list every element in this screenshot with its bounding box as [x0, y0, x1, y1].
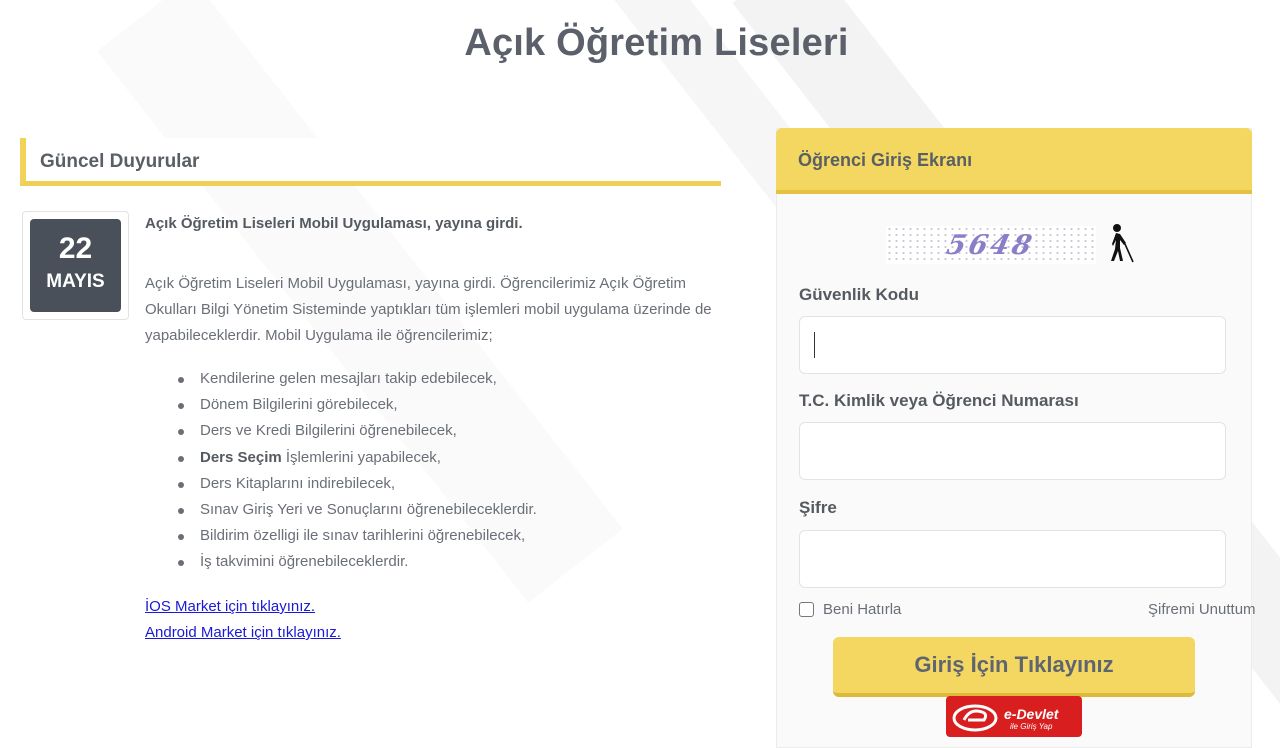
- edevlet-title: e-Devlet: [1004, 706, 1059, 722]
- announcement-date-day: 22: [58, 232, 93, 265]
- id-number-label: T.C. Kimlik veya Öğrenci Numarası: [799, 391, 1079, 410]
- text-caret: [814, 332, 815, 358]
- list-item: Ders Seçim İşlemlerini yapabilecek,: [175, 445, 537, 471]
- announcement-title: Açık Öğretim Liseleri Mobil Uygulaması, …: [145, 215, 523, 232]
- login-header: Öğrenci Giriş Ekranı: [776, 128, 1252, 194]
- list-item: Sınav Giriş Yeri ve Sonuçlarını öğrenebi…: [175, 497, 537, 523]
- list-item: Bildirim özelligi ile sınav tarihlerini …: [175, 523, 537, 549]
- announcements-header: Güncel Duyurular: [20, 138, 721, 186]
- login-submit-button[interactable]: Giriş İçin Tıklayınız: [833, 637, 1195, 697]
- forgot-password-link[interactable]: Şifremi Unuttum: [1148, 601, 1256, 618]
- captcha-text: 5648: [944, 229, 1038, 261]
- announcement-date-box: 22 MAYIS: [22, 211, 129, 320]
- page-title: Açık Öğretim Liseleri: [464, 22, 849, 64]
- password-input[interactable]: [799, 530, 1226, 588]
- security-code-label: Güvenlik Kodu: [799, 285, 919, 304]
- list-item: Ders Kitaplarını indirebilecek,: [175, 471, 537, 497]
- list-item-bold: Ders Seçim: [200, 448, 282, 466]
- accessibility-walking-person-icon[interactable]: [1103, 222, 1137, 264]
- announcement-date: 22 MAYIS: [30, 219, 121, 312]
- remember-me-checkbox[interactable]: Beni Hatırla: [799, 601, 901, 618]
- edevlet-subtitle: ile Giriş Yap: [1010, 722, 1053, 731]
- edevlet-login-button[interactable]: e-Devlet ile Giriş Yap: [946, 696, 1082, 737]
- announcement-date-month: MAYIS: [46, 271, 105, 292]
- list-item: Kendilerine gelen mesajları takip edebil…: [175, 366, 537, 392]
- ios-market-link[interactable]: İOS Market için tıklayınız.: [145, 598, 315, 615]
- captcha-image: 5648: [886, 226, 1096, 264]
- remember-me-label: Beni Hatırla: [823, 601, 902, 618]
- edevlet-logo-icon: [952, 704, 998, 732]
- list-item-text: İşlemlerini yapabilecek,: [281, 448, 441, 466]
- android-market-link[interactable]: Android Market için tıklayınız.: [145, 624, 341, 641]
- announcement-body: Açık Öğretim Liseleri Mobil Uygulaması, …: [145, 275, 712, 344]
- list-item: Dönem Bilgilerini görebilecek,: [175, 392, 537, 418]
- announcement-feature-list: Kendilerine gelen mesajları takip edebil…: [175, 366, 537, 576]
- id-number-input[interactable]: [799, 422, 1226, 480]
- list-item: İş takvimini öğrenebileceklerdir.: [175, 549, 537, 575]
- list-item: Ders ve Kredi Bilgilerini öğrenebilecek,: [175, 418, 537, 444]
- security-code-input[interactable]: [799, 316, 1226, 374]
- announcements-header-label: Güncel Duyurular: [40, 151, 200, 172]
- login-header-label: Öğrenci Giriş Ekranı: [798, 150, 973, 170]
- password-label: Şifre: [799, 498, 837, 517]
- checkbox-box[interactable]: [799, 602, 814, 617]
